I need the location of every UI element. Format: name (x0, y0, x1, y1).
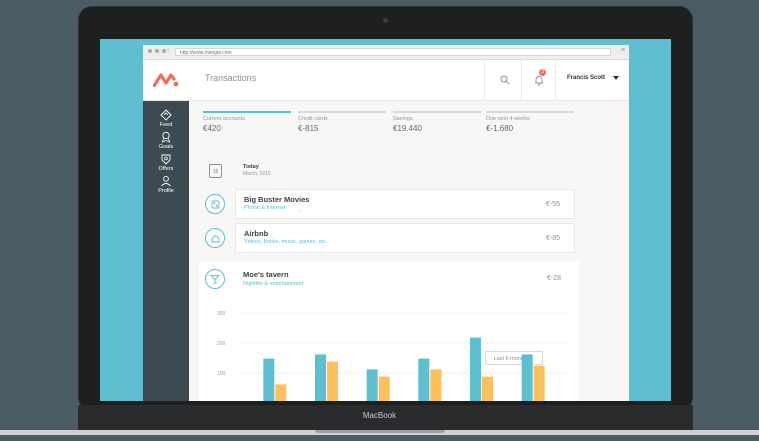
camera (383, 18, 388, 23)
account-label: Due next 4 weeks (486, 116, 530, 122)
calendar-icon: 15 (209, 164, 222, 178)
account-value: €19.440 (393, 124, 422, 133)
tag-icon (161, 154, 171, 165)
browser-window: ‹ http://www.mengia.com ≡ Transactions 3… (143, 45, 629, 401)
screen: ‹ http://www.mengia.com ≡ Transactions 3… (100, 39, 671, 401)
day-date: March, 2015 (243, 171, 271, 177)
address-bar[interactable]: http://www.mengia.com (175, 48, 611, 56)
main-content: Current accounts €420 Credit cards €-815… (189, 101, 629, 401)
transaction-name: Airbnb (244, 229, 269, 238)
film-icon (205, 194, 225, 214)
brand-logo[interactable] (143, 60, 189, 100)
app-header: Transactions 3 Francis Scott (143, 60, 629, 101)
account-tab-credit[interactable]: Credit cards €-815 (298, 111, 386, 133)
chart-bar[interactable] (533, 365, 545, 401)
sidebar-item-goals[interactable]: Goals (143, 131, 189, 150)
search-icon[interactable] (495, 71, 515, 89)
transaction-category[interactable]: Videos, books, music, games, etc. (244, 239, 327, 245)
cocktail-icon (205, 269, 225, 289)
person-icon (161, 175, 171, 187)
back-forward-icon[interactable]: ‹ (167, 47, 169, 54)
account-label: Current accounts (203, 116, 245, 122)
y-tick-label: 300 (217, 311, 226, 317)
notification-badge: 3 (539, 69, 546, 76)
transaction-row[interactable]: Big Buster Movies Phone & Internet ⌄ €-5… (235, 189, 575, 219)
sidebar-item-offers[interactable]: Offers (143, 153, 189, 172)
chart-bar[interactable] (482, 376, 493, 401)
sidebar-item-feed[interactable]: Feed (143, 109, 189, 128)
account-label: Savings (393, 116, 413, 122)
laptop-frame: ‹ http://www.mengia.com ≡ Transactions 3… (78, 6, 693, 411)
sidebar-item-label: Feed (159, 122, 173, 128)
user-name[interactable]: Francis Scott (567, 75, 605, 81)
account-tab-due[interactable]: Due next 4 weeks €-1.680 (486, 111, 574, 133)
browser-menu-icon[interactable]: ≡ (621, 47, 625, 54)
chart-bar[interactable] (430, 369, 442, 401)
browser-toolbar: ‹ http://www.mengia.com ≡ (143, 45, 629, 60)
device-brand: MacBook (362, 411, 397, 420)
account-value: €-815 (298, 124, 319, 133)
y-tick-label: 100 (217, 371, 226, 377)
account-tab-current[interactable]: Current accounts €420 (203, 111, 291, 133)
day-heading: Today (243, 164, 259, 170)
transaction-category[interactable]: Nightlife & entertainment (243, 281, 303, 287)
chart-bar[interactable] (378, 376, 390, 401)
chevron-down-icon[interactable] (613, 76, 619, 80)
diamond-icon (160, 109, 172, 121)
account-value: €-1.680 (486, 124, 514, 133)
transaction-row[interactable]: Airbnb Videos, books, music, games, etc.… (235, 223, 575, 253)
transaction-amount: €-55 (545, 201, 560, 208)
sidebar: Feed Goals Offers Profile (143, 101, 189, 401)
sidebar-item-profile[interactable]: Profile (143, 175, 189, 194)
transaction-amount: €-28 (546, 275, 561, 282)
home-icon (205, 228, 225, 248)
chart-bar[interactable] (418, 358, 430, 401)
chart-bar[interactable] (521, 354, 533, 401)
sidebar-item-label: Goals (158, 144, 174, 150)
account-value: €420 (203, 124, 221, 133)
y-tick-label: 200 (217, 341, 226, 347)
medal-icon (161, 131, 171, 143)
transaction-name: Moe's tavern (243, 270, 289, 279)
sidebar-item-label: Profile (158, 188, 174, 194)
chart-bar[interactable] (366, 369, 378, 401)
chevron-down-icon[interactable]: ⌄ (298, 208, 302, 214)
account-label: Credit cards (298, 116, 328, 122)
sidebar-item-label: Offers (158, 166, 174, 172)
spending-bar-chart: 100 200 300 (217, 311, 569, 401)
chart-bar[interactable] (263, 358, 275, 401)
account-tab-savings[interactable]: Savings €19.440 (393, 111, 481, 133)
chart-bar[interactable] (275, 384, 287, 401)
laptop-notch (315, 430, 445, 433)
transaction-category[interactable]: Phone & Internet (244, 205, 285, 211)
transaction-row[interactable]: Moe's tavern Nightlife & entertainment €… (235, 264, 575, 294)
chart-bar[interactable] (470, 337, 481, 401)
transaction-name: Big Buster Movies (244, 195, 310, 204)
page-title: Transactions (205, 73, 257, 83)
chart-bar[interactable] (327, 361, 338, 401)
chart-bar[interactable] (315, 354, 326, 401)
window-controls[interactable] (148, 49, 166, 53)
transaction-amount: €-85 (545, 235, 560, 242)
